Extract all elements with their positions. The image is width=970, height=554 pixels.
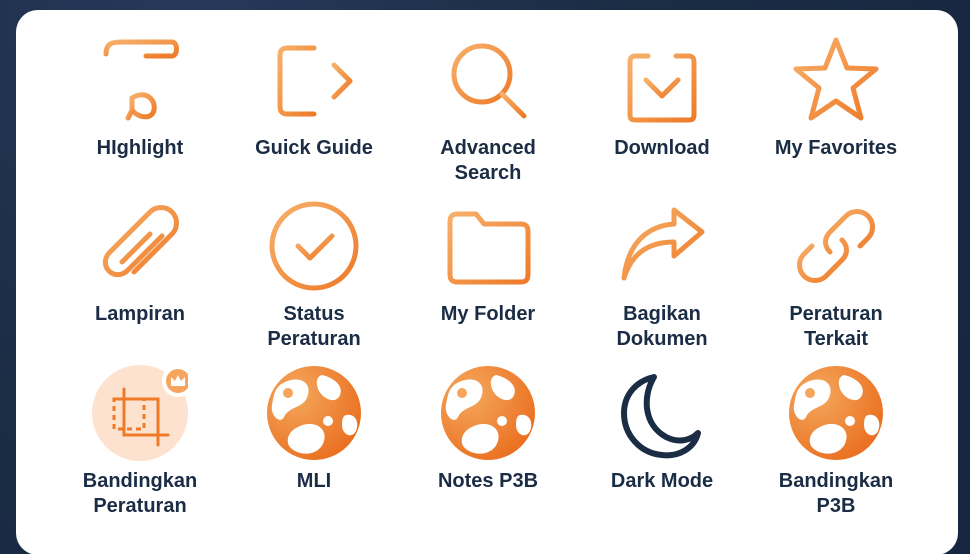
tile-label: MLI <box>296 470 332 492</box>
link-icon <box>788 198 884 294</box>
exit-arrow-icon <box>266 32 362 128</box>
tile-label: Bandingkan P3B <box>778 470 894 517</box>
tile-label: Bagikan Dokumen <box>616 303 708 350</box>
app-background: HIghlight Guick Guide Advanced Search Do… <box>0 0 970 554</box>
globe-icon <box>266 365 362 461</box>
globe-icon <box>788 365 884 461</box>
tile-label: Lampiran <box>94 303 186 325</box>
globe-icon <box>440 365 536 461</box>
moon-icon <box>614 365 710 461</box>
download-icon <box>614 32 710 128</box>
tile-label: Peraturan Terkait <box>789 303 883 350</box>
tile-label: HIghlight <box>96 137 184 159</box>
tile-label: My Folder <box>440 303 536 325</box>
folder-icon <box>440 198 536 294</box>
tile-label: Download <box>614 137 710 159</box>
share-arrow-icon <box>614 198 710 294</box>
compare-crop-icon <box>92 365 188 461</box>
check-circle-icon <box>266 198 362 294</box>
menu-panel: HIghlight Guick Guide Advanced Search Do… <box>16 10 958 554</box>
tile-label: Status Peraturan <box>267 303 361 350</box>
highlight-pen-icon <box>92 32 188 128</box>
tile-label: Advanced Search <box>440 137 536 184</box>
tile-label: My Favorites <box>774 137 898 159</box>
tile-label: Notes P3B <box>437 470 539 492</box>
tile-label: Guick Guide <box>255 137 373 159</box>
feature-grid: HIghlight Guick Guide Advanced Search Do… <box>16 10 958 554</box>
paperclip-icon <box>92 198 188 294</box>
star-icon <box>788 32 884 128</box>
tile-label: Dark Mode <box>610 470 714 492</box>
search-icon <box>440 32 536 128</box>
tile-label: Bandingkan Peraturan <box>82 470 198 517</box>
